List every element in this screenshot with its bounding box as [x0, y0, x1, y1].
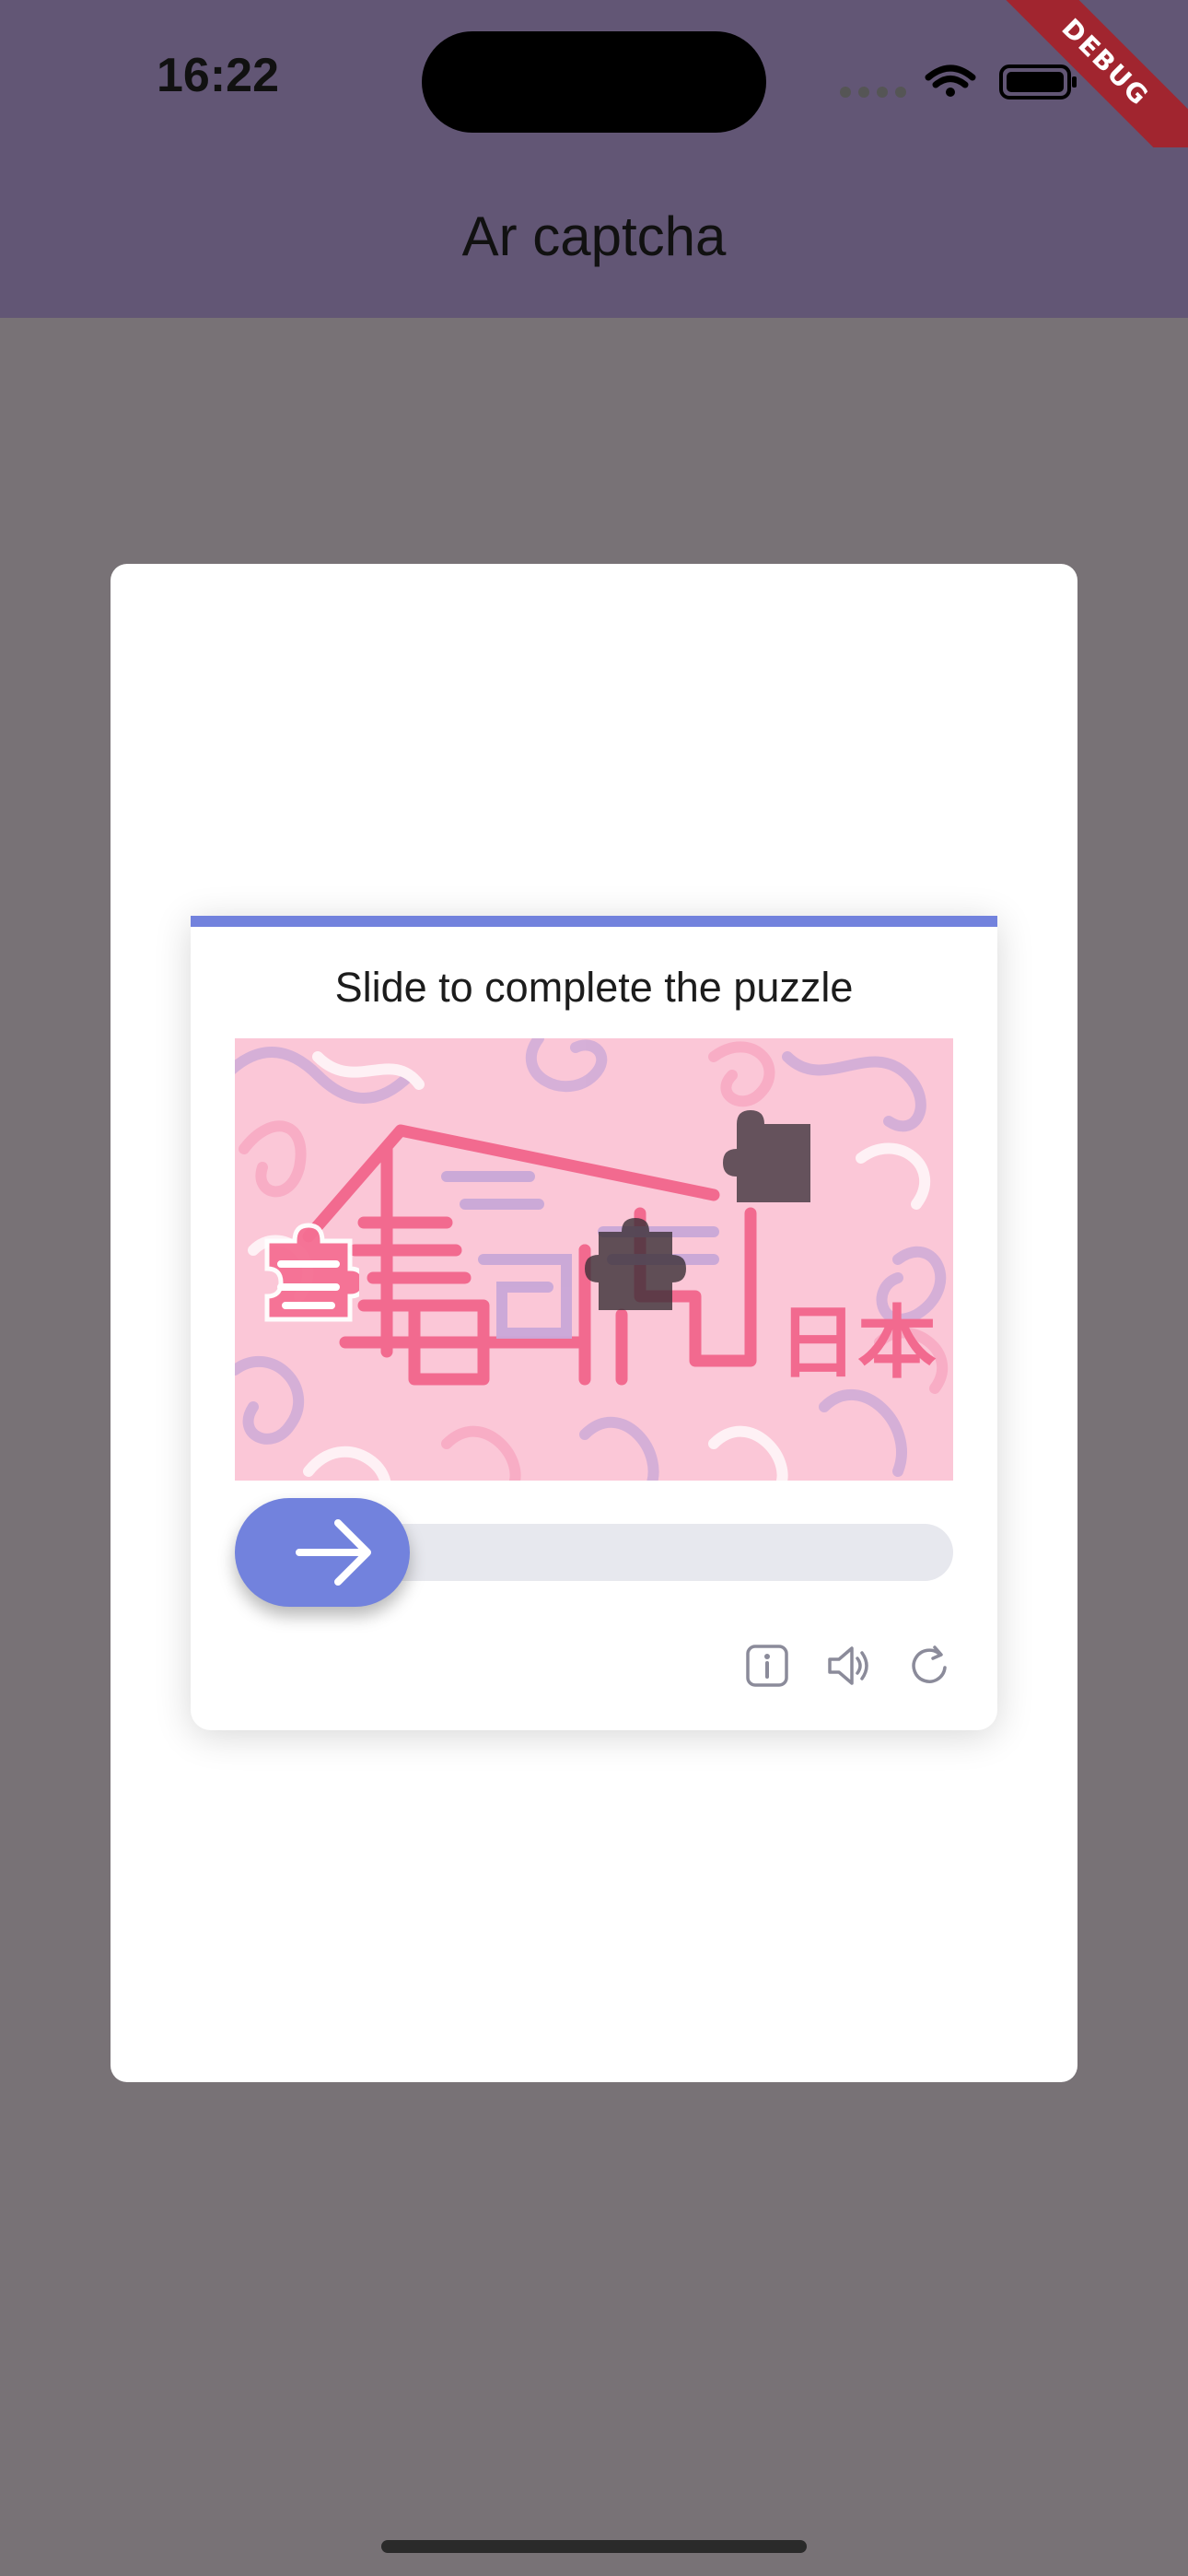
- audio-icon[interactable]: [826, 1644, 874, 1688]
- image-kanji-text: 日本: [778, 1297, 937, 1389]
- slider-handle[interactable]: [235, 1498, 410, 1607]
- captcha-widget: Slide to complete the puzzle 日本: [191, 916, 997, 1730]
- app-bar: Ar captcha: [0, 147, 1188, 318]
- puzzle-hole-icon: [585, 1218, 686, 1310]
- refresh-icon[interactable]: [907, 1644, 951, 1688]
- dynamic-island: [422, 31, 766, 133]
- captcha-title: Slide to complete the puzzle: [334, 964, 854, 1011]
- cellular-signal-icon: [840, 87, 906, 98]
- arrow-right-icon: [296, 1519, 371, 1586]
- home-indicator[interactable]: [381, 2540, 807, 2553]
- status-bar: 16:22 DEBUG: [0, 0, 1188, 193]
- info-icon[interactable]: [745, 1644, 789, 1688]
- status-time: 16:22: [157, 49, 279, 102]
- status-icons: [840, 64, 1077, 100]
- puzzle-piece-icon[interactable]: [258, 1209, 359, 1324]
- battery-icon: [999, 64, 1077, 100]
- captcha-accent-bar: [191, 916, 997, 927]
- puzzle-image: 日本: [235, 1038, 953, 1481]
- wifi-icon: [925, 64, 976, 97]
- page-title: Ar captcha: [461, 205, 727, 267]
